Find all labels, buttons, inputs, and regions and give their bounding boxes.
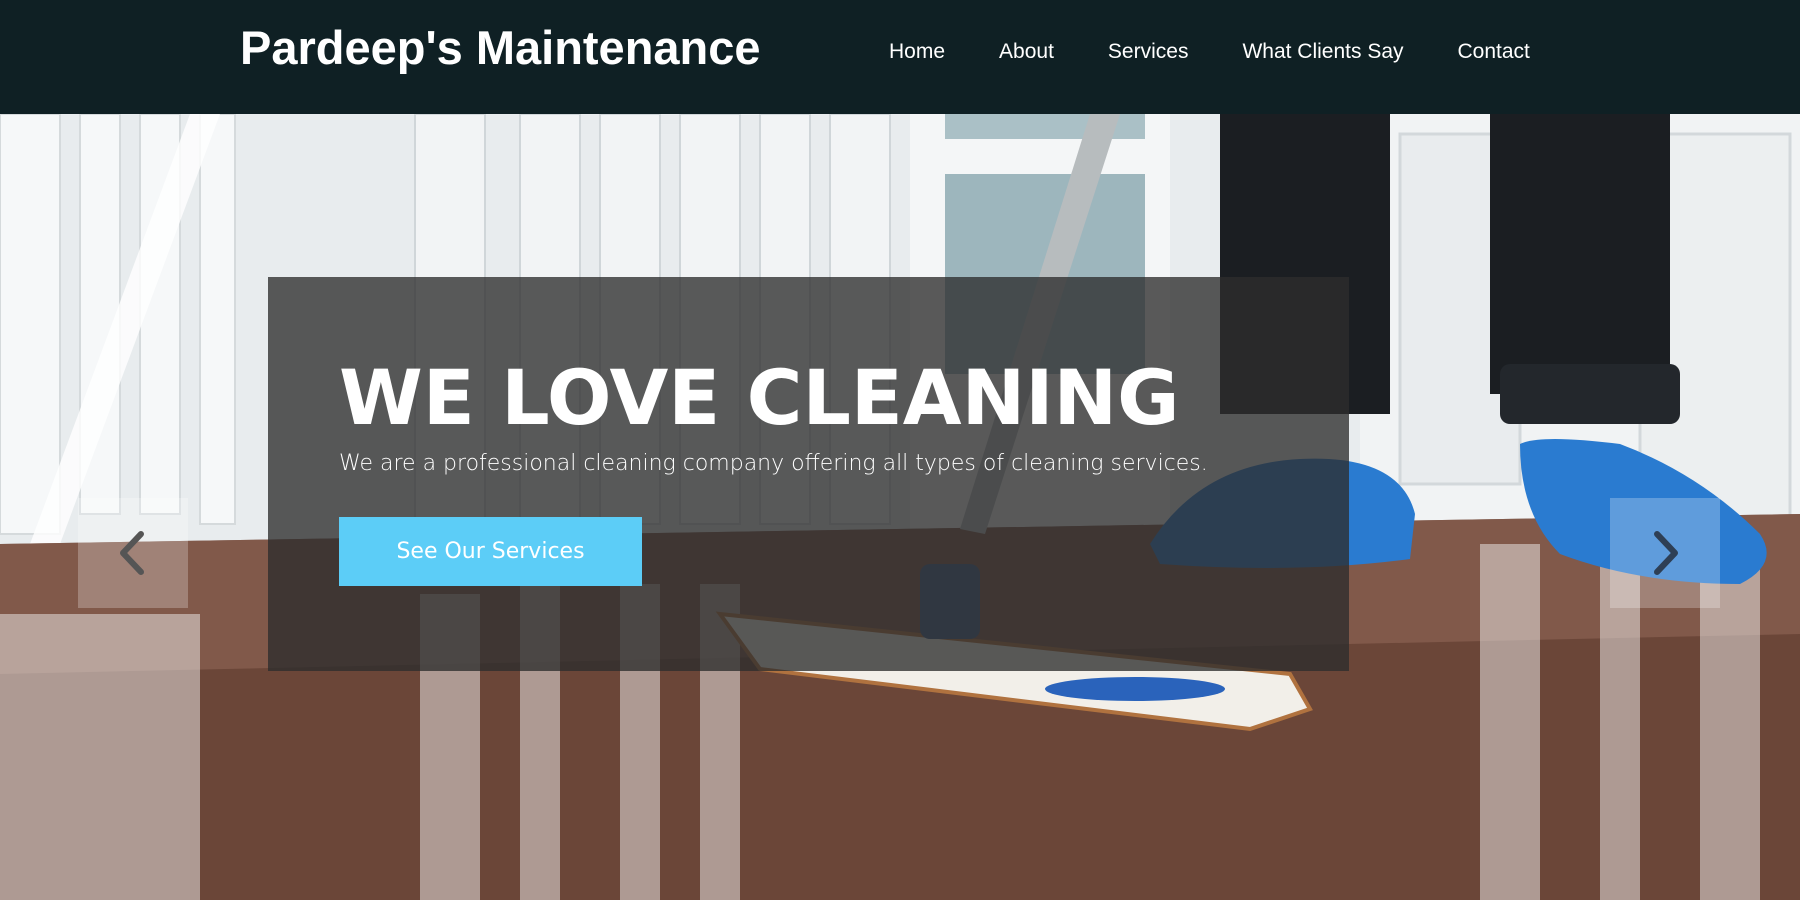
nav-contact[interactable]: Contact [1458,40,1530,64]
nav-about[interactable]: About [999,40,1054,64]
chevron-right-icon [1654,531,1678,575]
site-header: Pardeep's Maintenance Home About Service… [0,0,1800,114]
slider-next-button[interactable] [1610,498,1720,608]
slider-prev-button[interactable] [78,498,188,608]
chevron-left-icon [120,531,144,575]
hero-caption-panel: WE LOVE CLEANING We are a professional c… [268,277,1349,671]
nav-what-clients-say[interactable]: What Clients Say [1242,40,1403,64]
hero-title: WE LOVE CLEANING [339,353,1180,442]
hero-slider: WE LOVE CLEANING We are a professional c… [0,114,1800,900]
main-nav: Home About Services What Clients Say Con… [889,40,1530,64]
hero-subtitle: We are a professional cleaning company o… [339,451,1208,476]
nav-services[interactable]: Services [1108,40,1189,64]
brand-logo-text[interactable]: Pardeep's Maintenance [240,20,761,75]
nav-home[interactable]: Home [889,40,945,64]
see-our-services-button[interactable]: See Our Services [339,517,642,586]
